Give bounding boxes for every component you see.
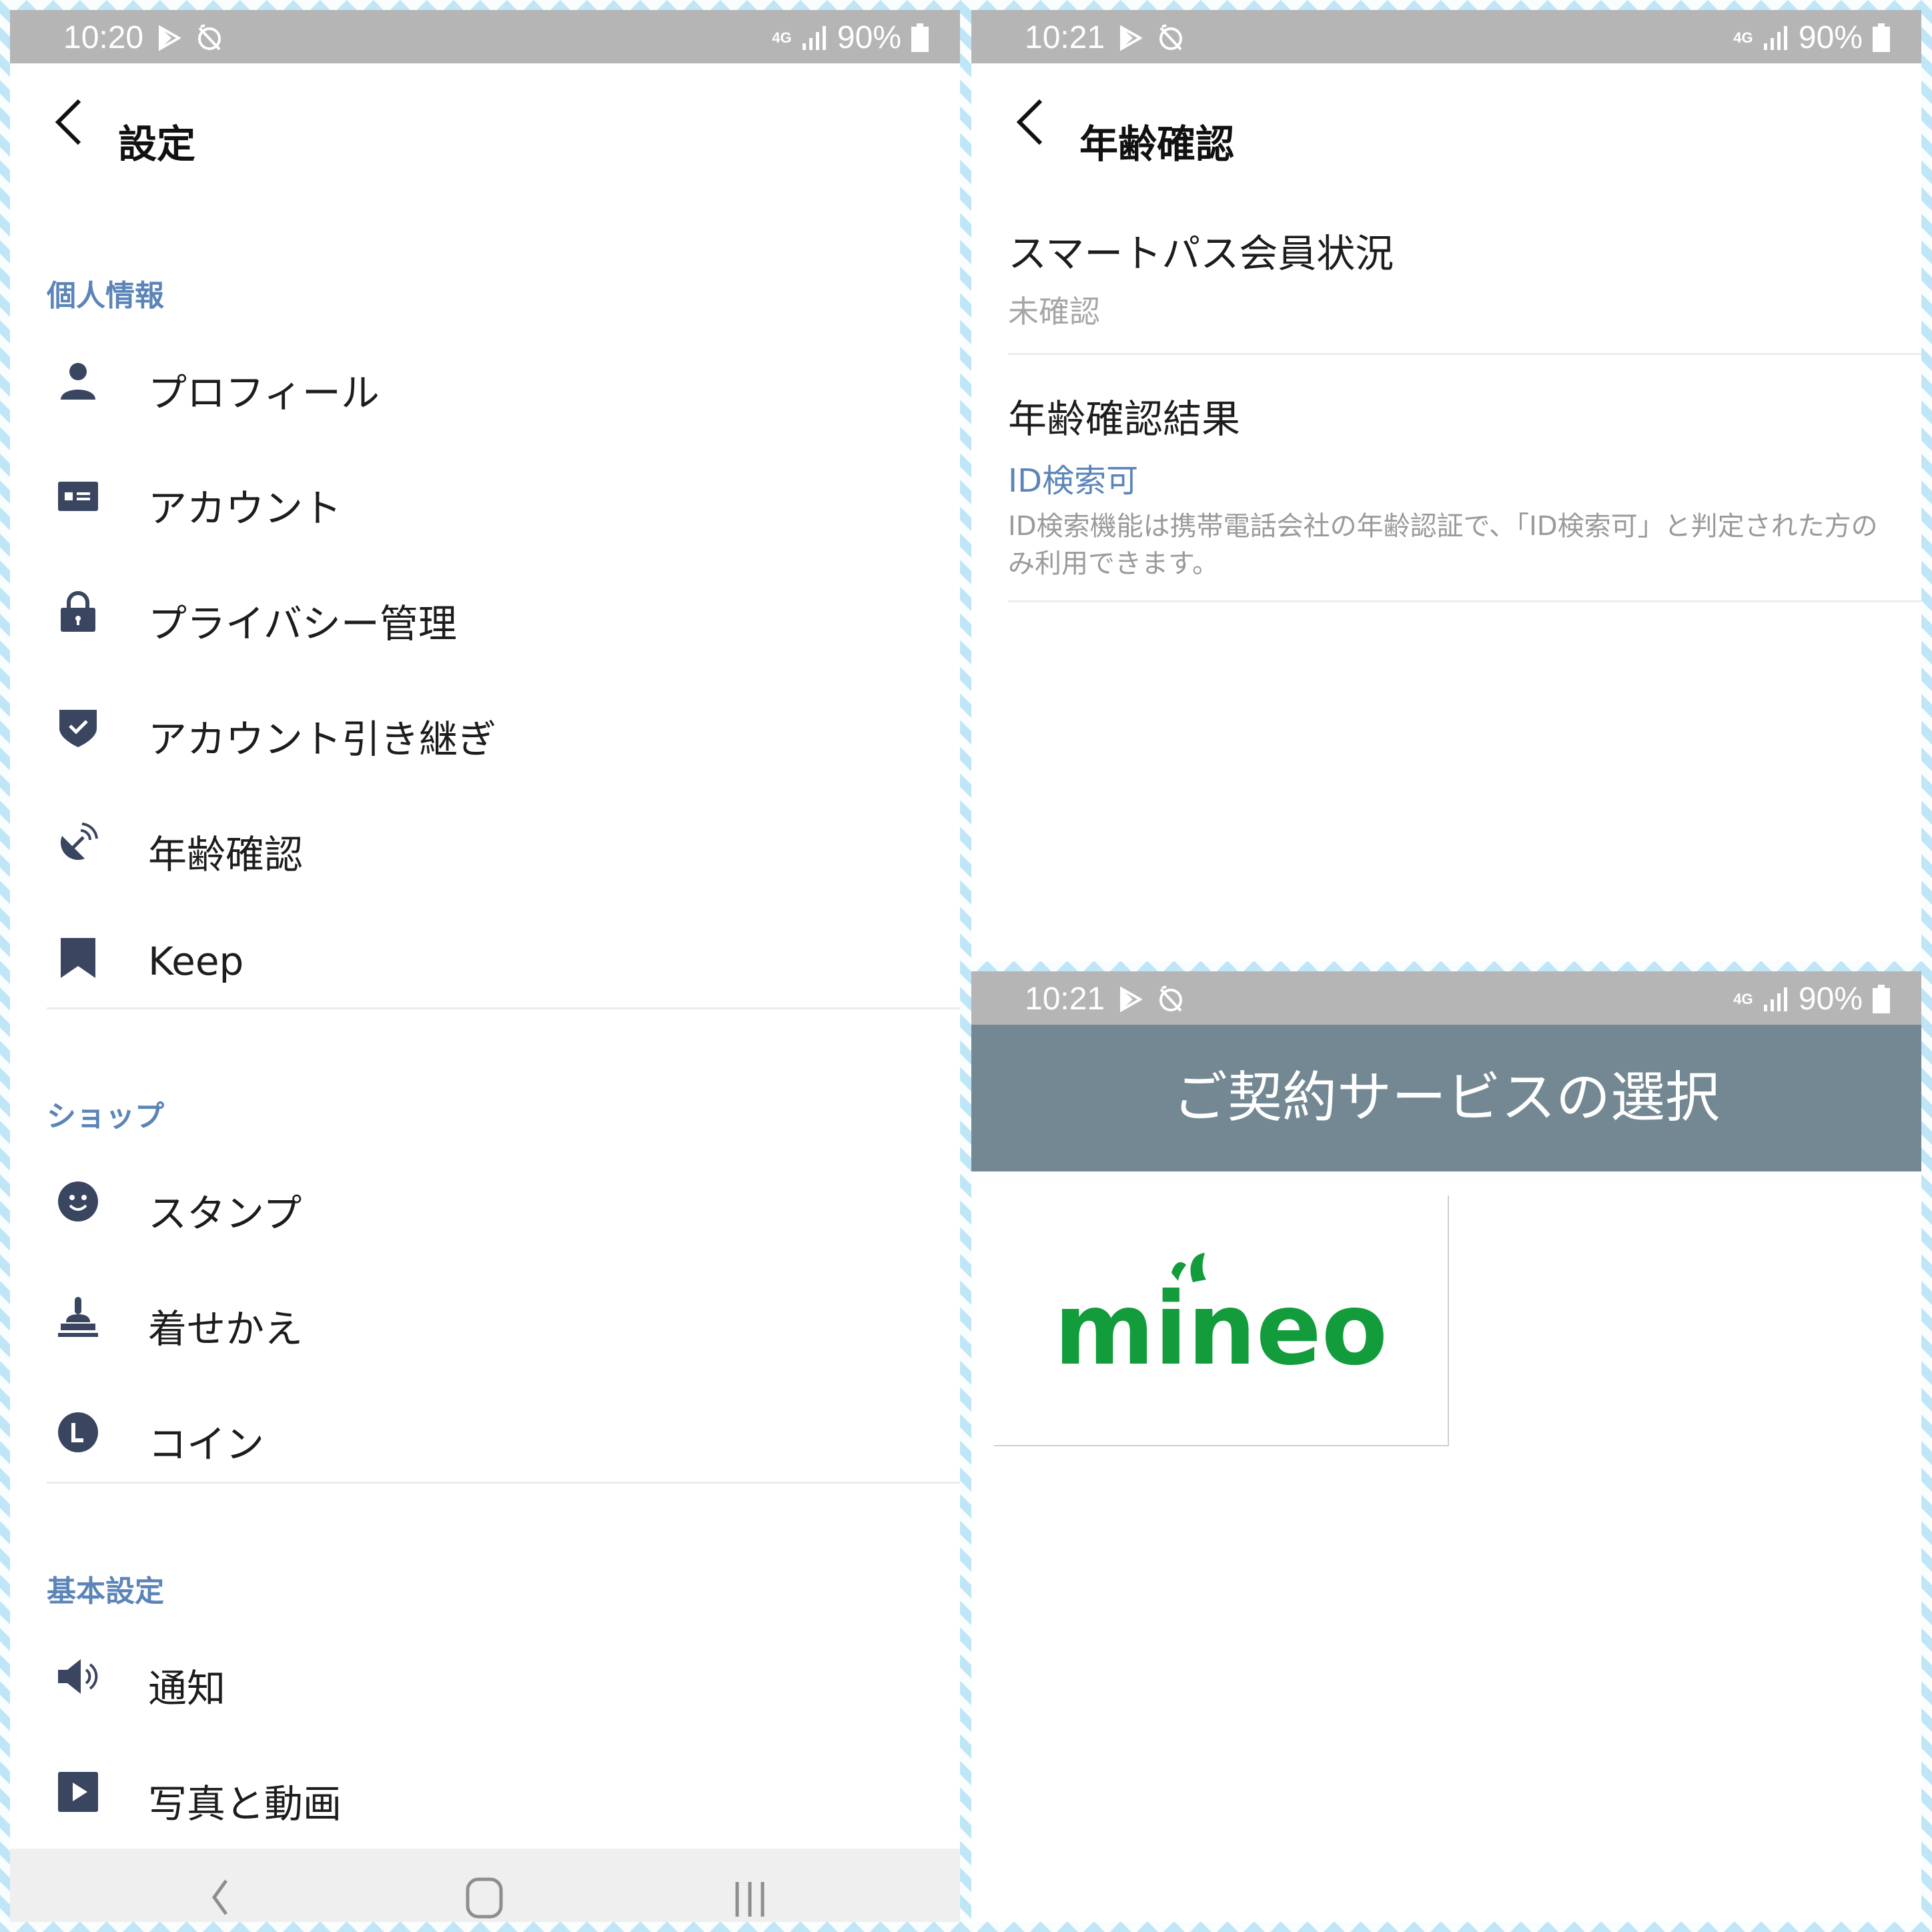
lock-icon	[61, 591, 95, 632]
settings-item-age-verification[interactable]: 年齢確認	[10, 793, 960, 893]
battery-icon	[1873, 23, 1890, 52]
battery-percent: 90%	[1798, 981, 1863, 1017]
settings-item-privacy[interactable]: プライバシー管理	[10, 562, 960, 662]
service-selection-screen: 10:21 4G 90% ご契約サービスの選択 mineo	[971, 971, 1921, 1922]
settings-item-label: 年齢確認	[148, 832, 304, 877]
status-bar: 10:21 4G 90%	[971, 971, 1921, 1025]
status-time: 10:21	[1025, 981, 1105, 1017]
settings-item-label: 写真と動画	[148, 1781, 342, 1827]
smartpass-title: スマートパス会員状況	[1008, 231, 1394, 276]
alarm-off-icon	[1159, 985, 1183, 1011]
play-store-icon	[1120, 25, 1143, 51]
smiley-icon	[58, 1181, 98, 1222]
stamp-icon	[58, 1297, 98, 1337]
age-header: 年齢確認	[971, 63, 1921, 167]
shield-check-icon	[59, 710, 97, 747]
play-icon	[58, 1772, 98, 1812]
battery-icon	[911, 23, 929, 52]
network-type-icon: 4G	[1733, 990, 1753, 1007]
nav-recents-icon[interactable]	[727, 1873, 773, 1922]
alarm-off-icon	[198, 23, 221, 50]
speaker-icon	[58, 1659, 98, 1694]
smartpass-value: 未確認	[1008, 294, 1100, 330]
age-result-item: 年齢確認結果 ID検索可 ID検索機能は携帯電話会社の年齢認証で、「ID検索可」…	[1008, 388, 1921, 582]
settings-screen: 10:20 4G 90% 設定 個人情報 プロフィール アカウント プライバシー…	[10, 10, 960, 1922]
settings-item-label: プロフィール	[148, 370, 380, 416]
settings-item-themes[interactable]: 着せかえ	[10, 1267, 960, 1367]
navigation-bar	[10, 1849, 960, 1922]
settings-item-account[interactable]: アカウント	[10, 446, 960, 546]
nav-back-icon[interactable]	[197, 1873, 244, 1922]
settings-item-photos-videos[interactable]: 写真と動画	[10, 1742, 960, 1842]
settings-item-label: アカウント	[148, 486, 342, 531]
status-bar: 10:21 4G 90%	[971, 10, 1921, 63]
section-label-shop: ショップ	[47, 1099, 164, 1133]
status-bar: 10:20 4G 90%	[10, 10, 960, 63]
age-result-title: 年齢確認結果	[1008, 396, 1241, 442]
battery-percent: 90%	[1798, 20, 1863, 55]
settings-item-profile[interactable]: プロフィール	[10, 331, 960, 431]
age-verification-screen: 10:21 4G 90% 年齢確認 スマートパス会員状況 未確認 年齢確認結果 …	[971, 10, 1921, 961]
page-title: 年齢確認	[1079, 121, 1235, 167]
back-arrow-icon[interactable]	[51, 98, 89, 146]
signal-icon	[1763, 25, 1787, 50]
section-label-basic: 基本設定	[47, 1574, 164, 1608]
service-select-header: ご契約サービスの選択	[971, 1025, 1921, 1171]
svg-text:mineo: mineo	[1054, 1272, 1388, 1388]
item-divider	[1008, 600, 1921, 602]
bookmark-icon	[61, 938, 95, 978]
settings-item-stickers[interactable]: スタンプ	[10, 1151, 960, 1252]
network-type-icon: 4G	[1733, 29, 1753, 46]
age-result-value: ID検索可	[1008, 462, 1139, 500]
alarm-off-icon	[1159, 23, 1183, 50]
nav-home-icon[interactable]	[461, 1873, 508, 1922]
play-store-icon	[1120, 986, 1143, 1012]
back-arrow-icon[interactable]	[1013, 98, 1050, 146]
section-label-personal: 個人情報	[47, 279, 164, 313]
mineo-service-option[interactable]: mineo	[994, 1195, 1449, 1446]
settings-item-label: Keep	[148, 939, 244, 984]
section-divider	[47, 1007, 960, 1009]
settings-item-keep[interactable]: Keep	[10, 908, 960, 1008]
signal-icon	[802, 25, 826, 50]
smartpass-status-item: スマートパス会員状況 未確認	[1008, 222, 1921, 332]
status-time: 10:20	[63, 20, 144, 55]
settings-item-label: コイン	[148, 1422, 265, 1467]
settings-item-label: スタンプ	[148, 1191, 302, 1236]
coin-icon	[58, 1412, 98, 1452]
status-time: 10:21	[1025, 20, 1105, 55]
item-divider	[1008, 353, 1921, 355]
id-card-icon	[58, 482, 98, 511]
battery-icon	[1873, 984, 1890, 1013]
section-divider	[47, 1482, 960, 1484]
satellite-dish-icon	[61, 823, 98, 860]
mineo-logo: mineo	[1054, 1253, 1388, 1388]
settings-item-label: 着せかえ	[148, 1306, 304, 1352]
settings-item-label: プライバシー管理	[148, 601, 457, 646]
page-title: 設定	[118, 121, 196, 167]
settings-item-label: アカウント引き継ぎ	[148, 716, 497, 762]
settings-item-account-transfer[interactable]: アカウント引き継ぎ	[10, 677, 960, 777]
settings-item-label: 通知	[148, 1666, 226, 1711]
person-icon	[61, 363, 95, 400]
settings-item-notifications[interactable]: 通知	[10, 1626, 960, 1727]
settings-header: 設定	[10, 63, 960, 167]
settings-item-coins[interactable]: コイン	[10, 1382, 960, 1482]
signal-icon	[1763, 987, 1787, 1011]
play-store-icon	[159, 25, 181, 51]
network-type-icon: 4G	[772, 29, 792, 46]
battery-percent: 90%	[837, 20, 901, 55]
age-result-description: ID検索機能は携帯電話会社の年齢認証で、「ID検索可」と判定された方のみ利用でき…	[1008, 511, 1878, 579]
